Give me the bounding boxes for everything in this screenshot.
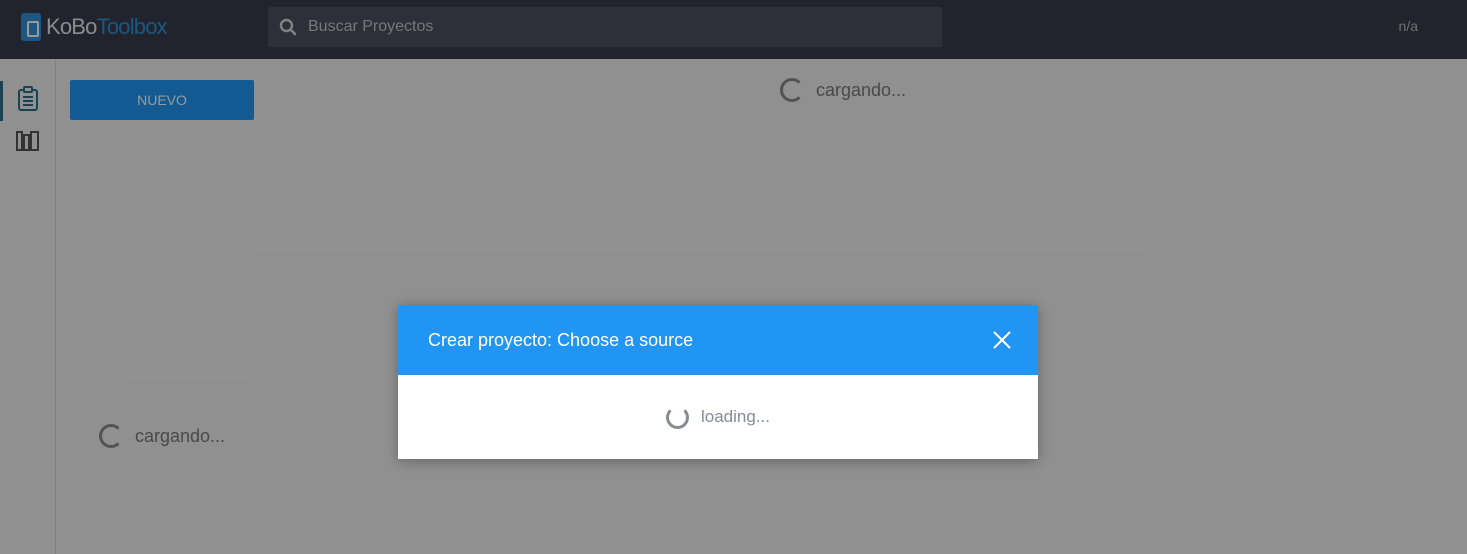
modal-body: loading... xyxy=(398,375,1038,459)
modal-overlay[interactable] xyxy=(0,0,1467,554)
modal-header: Crear proyecto: Choose a source xyxy=(398,305,1038,375)
modal-title: Crear proyecto: Choose a source xyxy=(428,329,694,350)
modal-loading-text: loading... xyxy=(701,407,770,426)
app-window: KoBoToolbox n/a xyxy=(0,0,1467,554)
close-icon[interactable] xyxy=(990,328,1014,352)
spinner-icon xyxy=(666,405,689,429)
create-project-modal: Crear proyecto: Choose a source loading.… xyxy=(398,305,1038,459)
modal-loading-indicator: loading... xyxy=(666,405,770,429)
